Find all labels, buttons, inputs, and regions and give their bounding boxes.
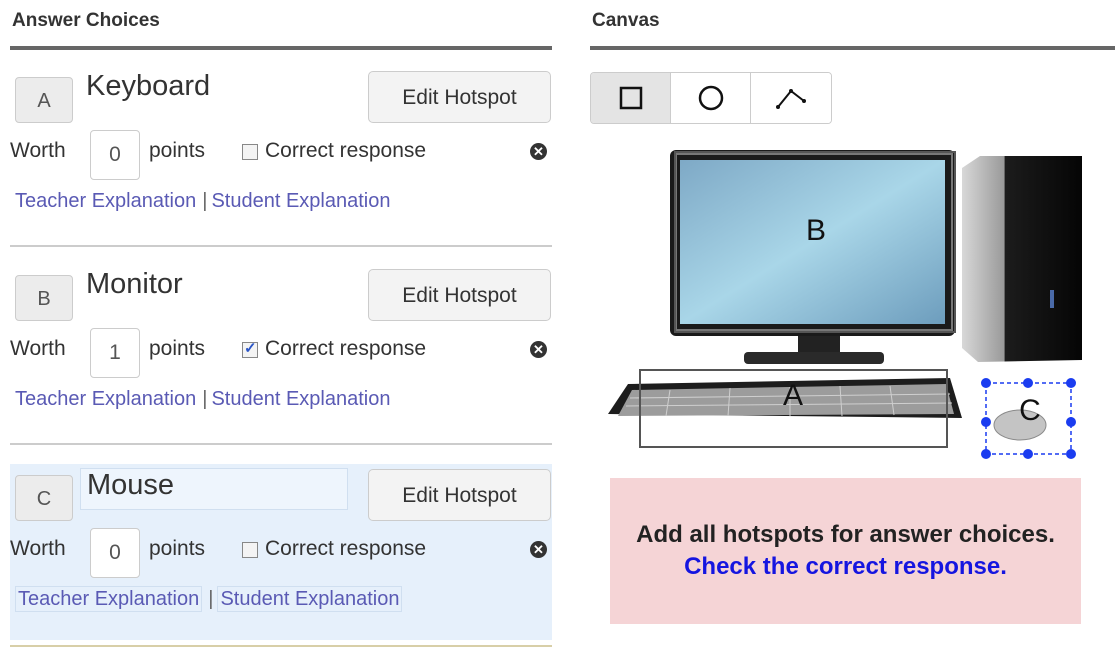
points-label: points xyxy=(149,337,206,360)
choice-letter: A xyxy=(15,77,73,123)
choice-letter: C xyxy=(15,475,73,521)
points-input[interactable]: 1 xyxy=(90,328,140,378)
correct-response-label[interactable]: Correct response xyxy=(265,139,426,163)
link-separator: | xyxy=(208,588,214,610)
alert-link: Check the correct response. xyxy=(684,553,1007,580)
answer-choices-rule xyxy=(10,46,552,50)
choice-c[interactable]: C Mouse Edit Hotspot Worth 0 points Corr… xyxy=(10,464,552,640)
edit-hotspot-button[interactable]: Edit Hotspot xyxy=(368,469,551,521)
worth-label: Worth xyxy=(10,139,66,162)
correct-response-label[interactable]: Correct response xyxy=(265,537,426,561)
choice-divider xyxy=(10,645,552,647)
explanation-links: Teacher Explanation | Student Explanation xyxy=(15,388,390,411)
correct-checkbox[interactable] xyxy=(242,542,258,558)
canvas-title: Canvas xyxy=(592,10,660,31)
explanation-links: Teacher Explanation | Student Explanation xyxy=(15,586,403,612)
choice-b[interactable]: B Monitor Edit Hotspot Worth 1 points Co… xyxy=(10,264,552,434)
tower-image xyxy=(962,156,1082,362)
link-separator: | xyxy=(202,190,208,212)
student-explanation-link[interactable]: Student Explanation xyxy=(211,190,390,212)
edit-hotspot-button[interactable]: Edit Hotspot xyxy=(368,71,551,123)
choice-a[interactable]: A Keyboard Edit Hotspot Worth 0 points C… xyxy=(10,66,552,236)
hotspot-a-label: A xyxy=(783,379,803,412)
hotspot-b-label: B xyxy=(806,214,826,247)
choice-letter: B xyxy=(15,275,73,321)
alert-text: Add all hotspots for answer choices. xyxy=(636,521,1055,548)
points-label: points xyxy=(149,537,206,560)
teacher-explanation-link[interactable]: Teacher Explanation xyxy=(15,586,203,612)
circle-tool[interactable] xyxy=(671,73,751,123)
hotspot-alert: Add all hotspots for answer choices. Che… xyxy=(610,478,1081,624)
worth-label: Worth xyxy=(10,337,66,360)
correct-response-label[interactable]: Correct response xyxy=(265,337,426,361)
remove-icon[interactable]: ✕ xyxy=(530,341,547,358)
teacher-explanation-link[interactable]: Teacher Explanation xyxy=(15,388,196,410)
rectangle-icon xyxy=(619,86,642,110)
points-label: points xyxy=(149,139,206,162)
choice-name[interactable]: Mouse xyxy=(80,468,348,510)
canvas-rule xyxy=(590,46,1115,50)
remove-icon[interactable]: ✕ xyxy=(530,541,547,558)
points-input[interactable]: 0 xyxy=(90,130,140,180)
worth-label: Worth xyxy=(10,537,66,560)
student-explanation-link[interactable]: Student Explanation xyxy=(211,388,390,410)
link-separator: | xyxy=(202,388,208,410)
choice-divider xyxy=(10,443,552,445)
correct-checkbox[interactable] xyxy=(242,339,258,358)
choice-name[interactable]: Keyboard xyxy=(80,70,216,103)
student-explanation-link[interactable]: Student Explanation xyxy=(217,586,403,612)
shape-toolbar xyxy=(590,72,832,124)
edit-hotspot-button[interactable]: Edit Hotspot xyxy=(368,269,551,321)
teacher-explanation-link[interactable]: Teacher Explanation xyxy=(15,190,196,212)
remove-icon[interactable]: ✕ xyxy=(530,143,547,160)
rectangle-tool[interactable] xyxy=(591,73,671,123)
answer-choices-title: Answer Choices xyxy=(12,10,160,31)
explanation-links: Teacher Explanation | Student Explanation xyxy=(15,190,390,213)
polygon-icon xyxy=(776,89,806,109)
choice-name[interactable]: Monitor xyxy=(80,268,189,301)
points-input[interactable]: 0 xyxy=(90,528,140,578)
circle-icon xyxy=(698,85,723,111)
correct-checkbox[interactable] xyxy=(242,144,258,160)
hotspot-canvas[interactable]: B A C xyxy=(590,140,1090,460)
choice-divider xyxy=(10,245,552,247)
hotspot-c-label: C xyxy=(1019,394,1041,427)
polygon-tool[interactable] xyxy=(751,73,831,123)
